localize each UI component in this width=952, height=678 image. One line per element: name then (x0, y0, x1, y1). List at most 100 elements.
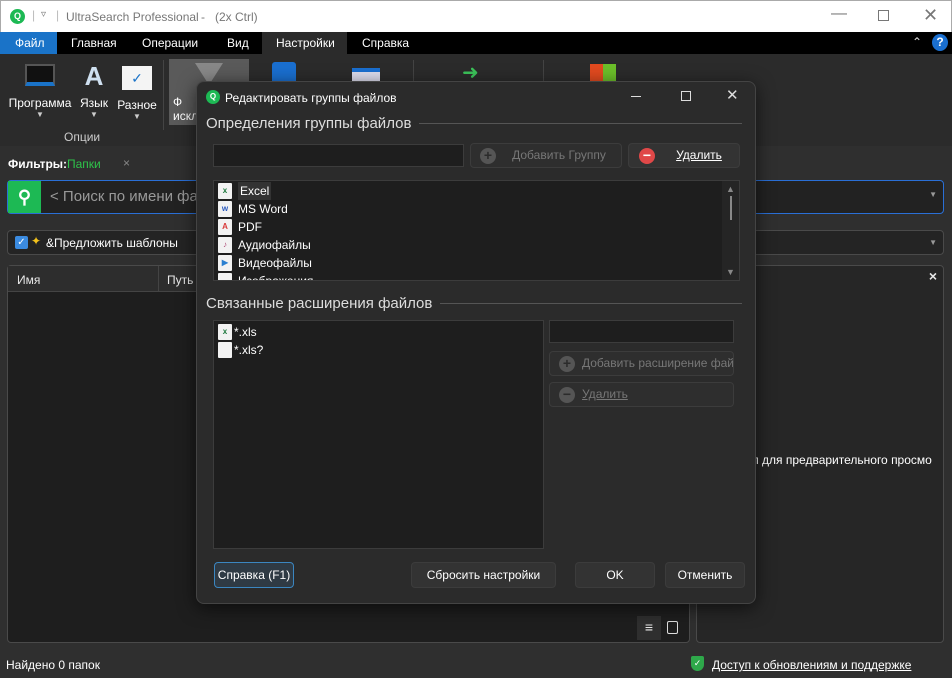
suggest-label[interactable]: &Предложить шаблоны (46, 236, 178, 250)
extension-input[interactable] (549, 320, 734, 343)
close-button[interactable]: ✕ (923, 5, 938, 26)
word-icon: w (218, 201, 232, 217)
delete-extension-button[interactable]: − Удалить (549, 382, 734, 407)
image-icon (218, 273, 232, 280)
preview-view-icon[interactable] (667, 621, 678, 634)
monitor-icon (25, 64, 55, 86)
delete-label: Удалить (676, 148, 722, 162)
language-icon: A (84, 61, 104, 91)
list-view-icon[interactable]: ≡ (637, 616, 661, 640)
group-list-item[interactable]: A PDF (214, 218, 739, 236)
group-name: MS Word (238, 202, 288, 216)
filters-label: Фильтры: (8, 157, 68, 171)
group-name-input[interactable] (213, 144, 464, 167)
suggest-dropdown-icon[interactable]: ▼ (929, 238, 937, 247)
sparkle-icon: ✦ (31, 234, 42, 248)
column-name[interactable]: Имя (17, 273, 40, 287)
extension-name: *.xls? (234, 343, 264, 357)
delete-group-button[interactable]: − Удалить (628, 143, 740, 168)
group-name: Изображения (238, 274, 314, 281)
updates-link[interactable]: Доступ к обновлениям и поддержке (712, 658, 911, 672)
add-extension-label: Добавить расширение фай (582, 356, 734, 370)
dialog-maximize-button[interactable] (681, 91, 691, 101)
minus-icon: − (639, 148, 655, 164)
group-list-item[interactable]: ▶ Видеофайлы (214, 254, 739, 272)
maximize-button[interactable] (878, 10, 889, 21)
extension-name: *.xls (234, 325, 257, 339)
tab-file[interactable]: Файл (0, 32, 57, 54)
misc-label: Разное (117, 98, 157, 112)
dialog-logo-icon: Q (206, 90, 220, 104)
program-button[interactable]: Программа ▼ (6, 64, 74, 119)
add-group-label: Добавить Группу (512, 148, 606, 162)
status-text: Найдено 0 папок (6, 658, 100, 672)
cancel-button[interactable]: Отменить (665, 562, 745, 588)
group-list-item[interactable]: ♪ Аудиофайлы (214, 236, 739, 254)
window-subtitle: - (2x Ctrl) (201, 10, 258, 24)
menu-bar: Файл Главная Операции Вид Настройки Спра… (0, 32, 952, 54)
ok-button[interactable]: OK (575, 562, 655, 588)
reset-settings-button[interactable]: Сбросить настройки (411, 562, 556, 588)
group-definitions-heading: Определения группы файлов (206, 115, 412, 132)
tab-help[interactable]: Справка (348, 32, 423, 54)
group-name: Видеофайлы (238, 256, 312, 270)
extension-list-item[interactable]: *.xls? (214, 341, 543, 359)
misc-button[interactable]: ✓ Разное ▼ (116, 66, 158, 121)
edit-file-groups-dialog: Q Редактировать группы файлов ✕ Определе… (196, 81, 756, 604)
checkbox-window-icon: ✓ (122, 66, 152, 90)
help-icon[interactable]: ? (932, 34, 948, 51)
app-logo-icon: Q (10, 9, 25, 24)
title-bar: Q | ▿ | UltraSearch Professional - (2x C… (0, 0, 952, 32)
audio-icon: ♪ (218, 237, 232, 253)
plus-icon: + (559, 356, 575, 372)
divider: | (32, 8, 36, 22)
help-button[interactable]: Справка (F1) (214, 562, 294, 588)
minimize-button[interactable]: — (831, 5, 847, 23)
group-name: Excel (238, 182, 272, 200)
preview-close-icon[interactable]: × (929, 268, 937, 284)
options-group-label: Опции (64, 130, 101, 144)
search-input[interactable]: < Поиск по имени фа (50, 188, 198, 205)
groups-list[interactable]: x Excel w MS Word A PDF ♪ Аудиофайлы ▶ Видеофайлы… (213, 180, 740, 281)
program-label: Программа (8, 96, 72, 110)
group-list-item[interactable]: x Excel (214, 182, 739, 200)
extensions-list[interactable]: x *.xls *.xls? (213, 320, 544, 549)
delete-extension-label: Удалить (582, 387, 628, 401)
suggest-checkbox[interactable]: ✓ (15, 236, 28, 249)
window-title: UltraSearch Professional (66, 10, 199, 24)
tab-settings[interactable]: Настройки (262, 32, 347, 54)
quick-access-dropdown-icon[interactable]: ▿ (41, 9, 46, 20)
dialog-title: Редактировать группы файлов (225, 91, 397, 105)
video-icon: ▶ (218, 255, 232, 271)
extension-list-item[interactable]: x *.xls (214, 323, 543, 341)
excel-icon: x (218, 183, 232, 199)
column-path[interactable]: Путь (167, 273, 193, 287)
group-list-item[interactable]: Изображения (214, 272, 739, 281)
tab-home[interactable]: Главная (57, 32, 131, 54)
dialog-minimize-button[interactable] (631, 96, 641, 97)
groups-scrollbar[interactable]: ▲ ▼ (722, 181, 739, 280)
language-label: Язык (79, 96, 109, 110)
tab-view[interactable]: Вид (213, 32, 263, 54)
shield-check-icon: ✓ (691, 656, 704, 671)
group-name: Аудиофайлы (238, 238, 311, 252)
pdf-icon: A (218, 219, 232, 235)
search-icon[interactable]: ⚲ (8, 181, 41, 213)
search-dropdown-icon[interactable]: ▼ (929, 190, 937, 199)
add-extension-button[interactable]: + Добавить расширение фай (549, 351, 734, 376)
excel-icon: x (218, 324, 232, 340)
filter-close-icon[interactable]: × (123, 156, 130, 170)
file-icon (218, 342, 232, 358)
extensions-heading: Связанные расширения файлов (206, 295, 433, 312)
tab-operations[interactable]: Операции (128, 32, 212, 54)
dialog-close-button[interactable]: ✕ (726, 86, 739, 104)
preview-text: йл для предварительного просмо (745, 453, 932, 467)
add-group-button[interactable]: + Добавить Группу (470, 143, 622, 168)
filters-value[interactable]: Папки (67, 157, 101, 171)
collapse-ribbon-icon[interactable]: ⌃ (912, 35, 922, 49)
plus-icon: + (480, 148, 496, 164)
group-name: PDF (238, 220, 262, 234)
language-button[interactable]: A Язык ▼ (78, 62, 110, 119)
divider: | (56, 8, 60, 22)
group-list-item[interactable]: w MS Word (214, 200, 739, 218)
